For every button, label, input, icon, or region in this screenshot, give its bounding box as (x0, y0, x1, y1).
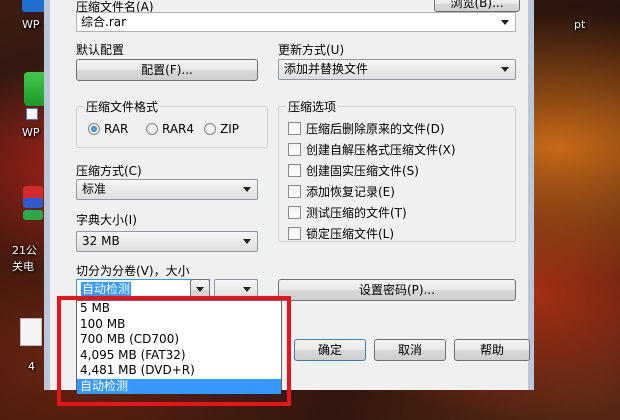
update-mode-label: 更新方式(U) (278, 43, 345, 57)
set-password-button[interactable]: 设置密码(P)... (278, 279, 516, 301)
option-test[interactable]: 测试压缩的文件(T) (288, 204, 407, 221)
desktop-icon-label: 4 (28, 360, 35, 373)
chevron-down-icon[interactable] (243, 187, 251, 192)
option-lock[interactable]: 锁定压缩文件(L) (288, 225, 394, 242)
browse-button[interactable]: 浏览(B)... (434, 0, 520, 12)
format-option-label: RAR4 (162, 122, 195, 136)
update-mode-select[interactable]: 添加并替换文件 (278, 59, 516, 80)
desktop-icon-label: pt (574, 18, 586, 31)
format-radio-zip[interactable]: ZIP (204, 122, 239, 136)
desktop-icon-label: 关电 (12, 260, 34, 273)
colored-icon-blue (23, 198, 43, 208)
shortcut-arrow-icon (26, 108, 38, 120)
split-size-value: 自动检测 (81, 282, 132, 296)
checkbox-icon (288, 227, 301, 240)
option-solid[interactable]: 创建固实压缩文件(S) (288, 162, 419, 179)
option-label: 锁定压缩文件(L) (306, 227, 395, 241)
profile-label: 默认配置 (76, 43, 125, 57)
radio-selected-icon (88, 123, 100, 135)
format-radio-rar4[interactable]: RAR4 (146, 122, 194, 136)
desktop-icon-label: WP (22, 18, 40, 31)
checkbox-icon (288, 164, 301, 177)
cancel-button[interactable]: 取消 (374, 339, 446, 361)
checkbox-icon (288, 206, 301, 219)
archive-name-combo[interactable]: 综合.rar (76, 12, 516, 32)
chevron-down-icon[interactable] (243, 287, 251, 292)
update-mode-value: 添加并替换文件 (284, 62, 369, 76)
option-label: 创建固实压缩文件(S) (306, 164, 419, 178)
colored-icon-green (23, 210, 43, 220)
format-option-label: RAR (104, 122, 129, 136)
radio-icon (146, 123, 158, 135)
split-label: 切分为分卷(V)，大小 (76, 264, 190, 278)
radio-icon (204, 123, 216, 135)
ok-button[interactable]: 确定 (294, 339, 366, 361)
chevron-down-icon[interactable] (501, 67, 509, 72)
method-value: 标准 (82, 182, 107, 196)
chevron-down-icon (196, 287, 204, 292)
chevron-down-icon[interactable] (501, 20, 509, 25)
annotation-highlight-box (57, 296, 291, 406)
option-label: 创建自解压格式压缩文件(X) (306, 143, 456, 157)
dictionary-value: 32 MB (82, 234, 120, 248)
archive-name-value: 综合.rar (81, 15, 127, 29)
desktop-icon-label: WP (22, 126, 40, 139)
option-sfx[interactable]: 创建自解压格式压缩文件(X) (288, 141, 456, 158)
document-icon[interactable] (20, 318, 42, 346)
option-label: 测试压缩的文件(T) (306, 206, 407, 220)
checkbox-icon (288, 122, 301, 135)
desktop-icon-label: 21公 (12, 244, 37, 257)
method-select[interactable]: 标准 (76, 179, 258, 200)
dictionary-select[interactable]: 32 MB (76, 231, 258, 252)
option-label: 添加恢复记录(E) (306, 185, 395, 199)
option-recovery[interactable]: 添加恢复记录(E) (288, 183, 395, 200)
format-group-title: 压缩文件格式 (84, 98, 161, 115)
help-button[interactable]: 帮助 (454, 339, 530, 361)
format-option-label: ZIP (220, 122, 239, 136)
profile-button[interactable]: 配置(F)... (76, 59, 258, 81)
options-group-title: 压缩选项 (286, 98, 339, 115)
method-label: 压缩方式(C) (76, 164, 142, 178)
checkbox-icon (288, 185, 301, 198)
chevron-down-icon[interactable] (243, 239, 251, 244)
dictionary-label: 字典大小(I) (76, 213, 137, 227)
option-label: 压缩后删除原来的文件(D) (306, 122, 445, 136)
format-radio-rar[interactable]: RAR (88, 122, 128, 136)
option-delete-after[interactable]: 压缩后删除原来的文件(D) (288, 120, 445, 137)
checkbox-icon (288, 143, 301, 156)
